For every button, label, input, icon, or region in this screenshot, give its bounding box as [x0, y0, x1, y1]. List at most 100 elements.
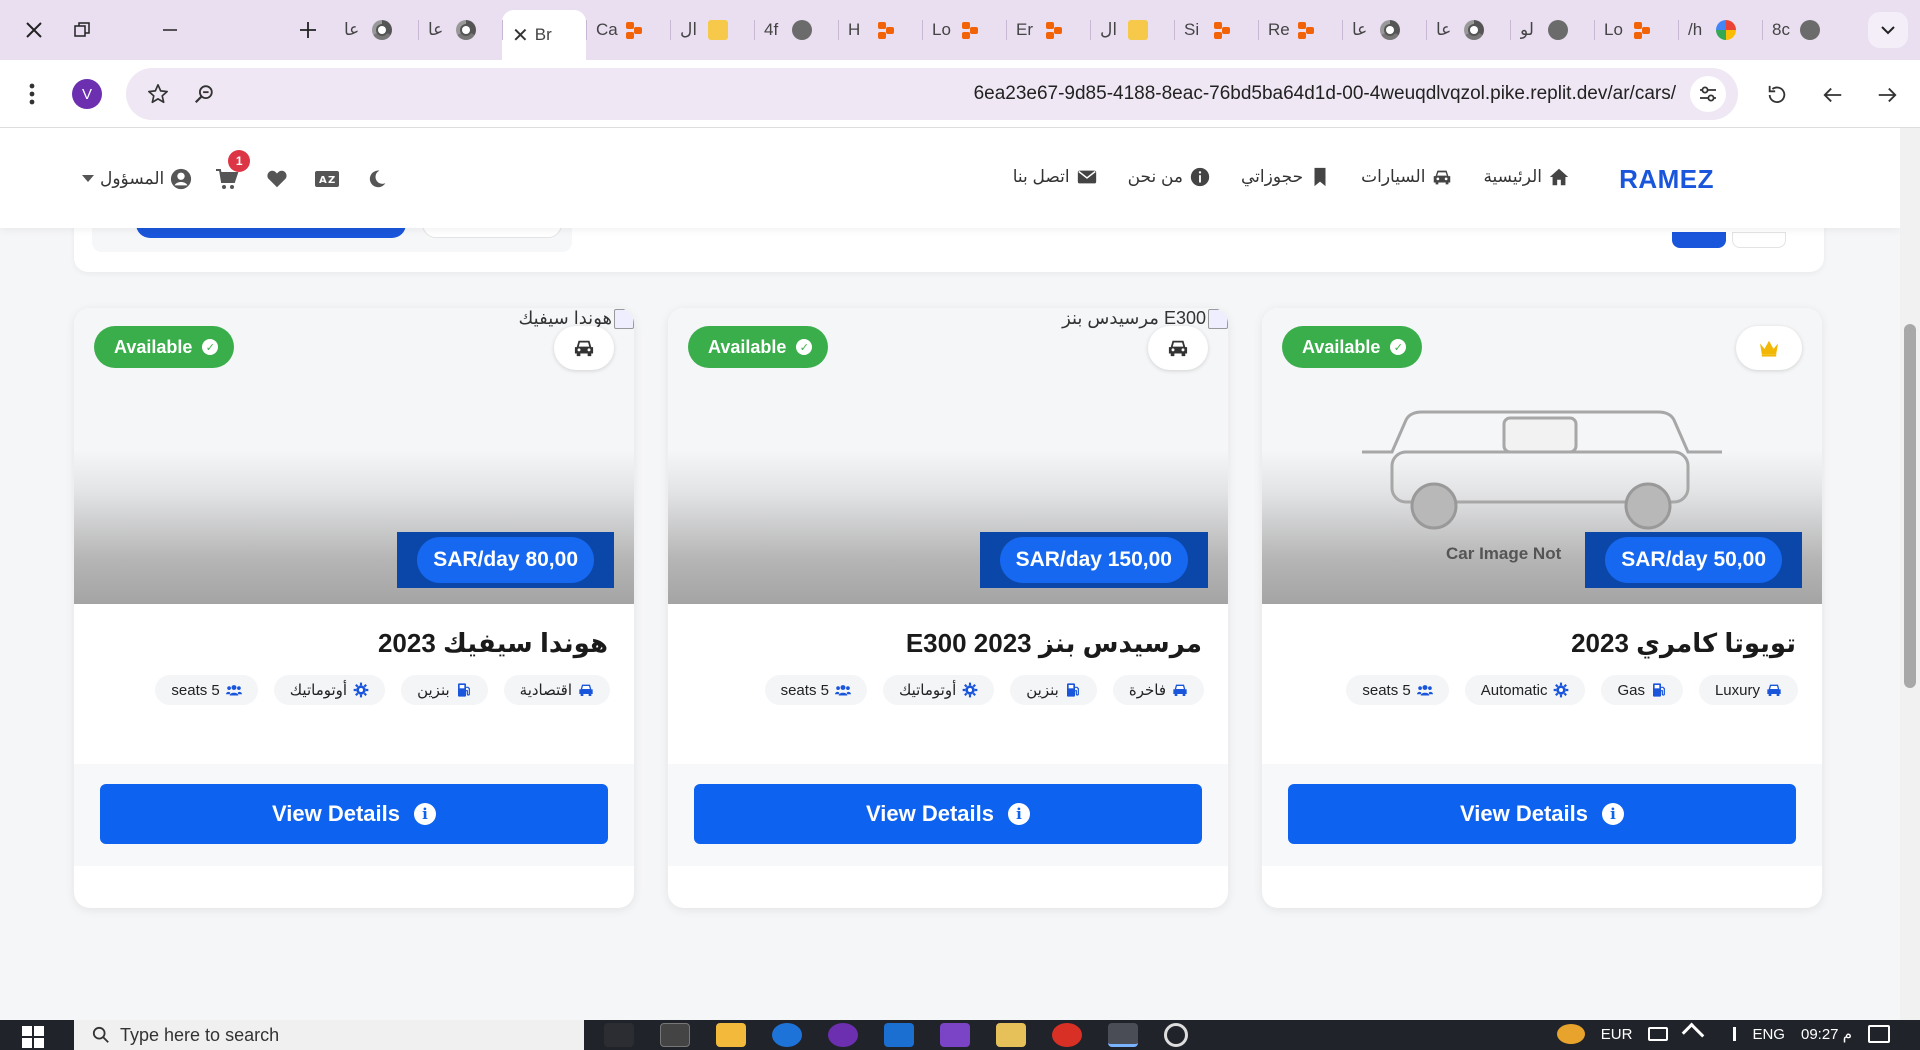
browser-tab[interactable]: عا — [1426, 10, 1510, 50]
url-text[interactable]: 6ea23e67-9d85-4188-8eac-76bd5ba64d1d-00-… — [974, 83, 1676, 105]
price-tag: SAR/day 150,00 — [999, 537, 1188, 583]
view-details-button[interactable]: View Details i — [694, 784, 1202, 844]
car-icon — [1173, 684, 1187, 696]
chrome-active-icon[interactable] — [1108, 1023, 1138, 1047]
nav-contact[interactable]: اتصل بنا — [1013, 166, 1098, 188]
browser-tab-active[interactable]: ✕ Br — [502, 10, 586, 60]
category-badge — [1148, 326, 1208, 370]
info-icon: i — [414, 803, 436, 825]
browser-tab[interactable]: /h — [1678, 10, 1762, 50]
google-icon — [1716, 20, 1736, 40]
replit-icon — [876, 20, 896, 40]
browser-tab[interactable]: لو — [1510, 10, 1594, 50]
profile-avatar[interactable]: V — [72, 79, 102, 109]
widgets-icon[interactable] — [660, 1023, 690, 1047]
nav-cars[interactable]: السيارات — [1361, 166, 1453, 188]
chevron-down-icon — [1881, 26, 1895, 35]
browser-tab[interactable]: 8c — [1762, 10, 1846, 50]
nav-home[interactable]: الرئيسية — [1483, 166, 1570, 188]
user-actions: المسؤول 1 AZ — [82, 150, 392, 194]
reload-button[interactable] — [1764, 82, 1790, 108]
dark-mode-toggle[interactable] — [362, 164, 392, 194]
browser-tab[interactable]: ال — [1090, 10, 1174, 50]
bookmark-star-button[interactable] — [146, 82, 170, 106]
tab-label: 8c — [1772, 20, 1790, 39]
task-view-icon[interactable] — [604, 1023, 634, 1047]
volume-icon[interactable] — [1718, 1027, 1737, 1041]
notifications-icon[interactable] — [1868, 1025, 1890, 1043]
nav-about[interactable]: من نحن — [1128, 166, 1211, 188]
app-icon[interactable] — [996, 1023, 1026, 1047]
close-window-button[interactable] — [12, 12, 56, 48]
view-details-button[interactable]: View Details i — [1288, 784, 1796, 844]
weather-icon[interactable] — [1556, 1024, 1585, 1044]
language-button[interactable]: AZ — [312, 164, 342, 194]
restore-window-button[interactable] — [60, 12, 104, 48]
browser-tab[interactable]: ال — [670, 10, 754, 50]
browser-tab[interactable]: عا — [1342, 10, 1426, 50]
spec-seats: seats 5 — [764, 675, 867, 705]
tab-search-button[interactable] — [1868, 12, 1908, 48]
network-icon[interactable] — [1682, 1022, 1705, 1046]
github-desktop-icon[interactable] — [828, 1023, 858, 1047]
browser-tab[interactable]: Re — [1258, 10, 1342, 50]
car-title[interactable]: مرسيدس بنز E300 2023 — [906, 628, 1202, 659]
site-info-button[interactable] — [1690, 76, 1726, 112]
favorites-button[interactable] — [262, 164, 292, 194]
minimize-window-button[interactable] — [148, 12, 192, 48]
fuel-icon — [457, 683, 470, 697]
start-button[interactable] — [22, 1026, 44, 1048]
availability-badge: Available ✓ — [94, 326, 235, 368]
page-scrollbar[interactable] — [1900, 128, 1920, 1020]
spec-fuel-label: بنزين — [1026, 682, 1059, 699]
chrome-icon[interactable] — [1052, 1023, 1082, 1047]
view-details-button[interactable]: View Details i — [100, 784, 608, 844]
taskbar-search[interactable]: Type here to search — [74, 1020, 584, 1050]
browser-tab[interactable]: Si — [1174, 10, 1258, 50]
gear-icon — [353, 682, 369, 698]
car-title[interactable]: تويوتا كامري 2023 — [1571, 628, 1796, 659]
check-circle-icon: ✓ — [202, 339, 219, 355]
tray-lang-secondary[interactable]: EUR — [1601, 1026, 1633, 1043]
spec-transmission: أوتوماتيك — [882, 675, 995, 705]
tab-label: ال — [1100, 20, 1118, 39]
back-button[interactable] — [1820, 82, 1846, 108]
spec-transmission-label: أوتوماتيك — [289, 682, 348, 699]
browser-tab[interactable]: H — [838, 10, 922, 50]
site-brand[interactable]: RAMEZ — [1619, 164, 1714, 195]
settings-icon[interactable] — [1164, 1023, 1188, 1047]
address-bar[interactable]: 6ea23e67-9d85-4188-8eac-76bd5ba64d1d-00-… — [126, 68, 1738, 120]
view-toggle-grid-button[interactable] — [1732, 232, 1786, 248]
browser-tab[interactable]: Lo — [1594, 10, 1678, 50]
browser-tab[interactable]: 4f — [754, 10, 838, 50]
battery-icon[interactable] — [1648, 1027, 1669, 1041]
file-explorer-icon[interactable] — [716, 1023, 746, 1047]
forward-button[interactable] — [1874, 82, 1900, 108]
visual-studio-icon[interactable] — [940, 1023, 970, 1047]
tray-lang[interactable]: ENG — [1752, 1026, 1785, 1043]
browser-tab[interactable]: عا — [418, 10, 502, 50]
app-icon[interactable] — [884, 1023, 914, 1047]
view-toggle-list-button[interactable] — [1672, 232, 1726, 248]
chrome-icon — [1380, 20, 1400, 40]
app-icon[interactable] — [772, 1023, 802, 1047]
car-title[interactable]: هوندا سيفيك 2023 — [378, 628, 608, 659]
browser-tab[interactable]: عا — [334, 10, 418, 50]
cart-button[interactable]: 1 — [212, 150, 251, 194]
browser-tab[interactable]: Er — [1006, 10, 1090, 50]
browser-tab[interactable]: Lo — [922, 10, 1006, 50]
svg-text:Z: Z — [328, 175, 335, 186]
user-menu[interactable]: المسؤول — [82, 168, 192, 190]
nav-bookings[interactable]: حجوزاتي — [1241, 166, 1331, 188]
browser-menu-button[interactable] — [22, 82, 42, 106]
zoom-button[interactable] — [192, 82, 216, 106]
spec-fuel: بنزين — [401, 675, 488, 705]
image-placeholder-text: Car Image Not — [1446, 544, 1562, 563]
tray-clock[interactable]: 09:27 م — [1801, 1025, 1852, 1043]
scrollbar-thumb[interactable] — [1904, 324, 1916, 688]
close-icon[interactable]: ✕ — [512, 23, 529, 48]
new-tab-button[interactable] — [286, 12, 330, 48]
replit-icon — [960, 20, 980, 40]
browser-tab[interactable]: Ca — [586, 10, 670, 50]
spec-seats-label: seats 5 — [171, 681, 220, 699]
